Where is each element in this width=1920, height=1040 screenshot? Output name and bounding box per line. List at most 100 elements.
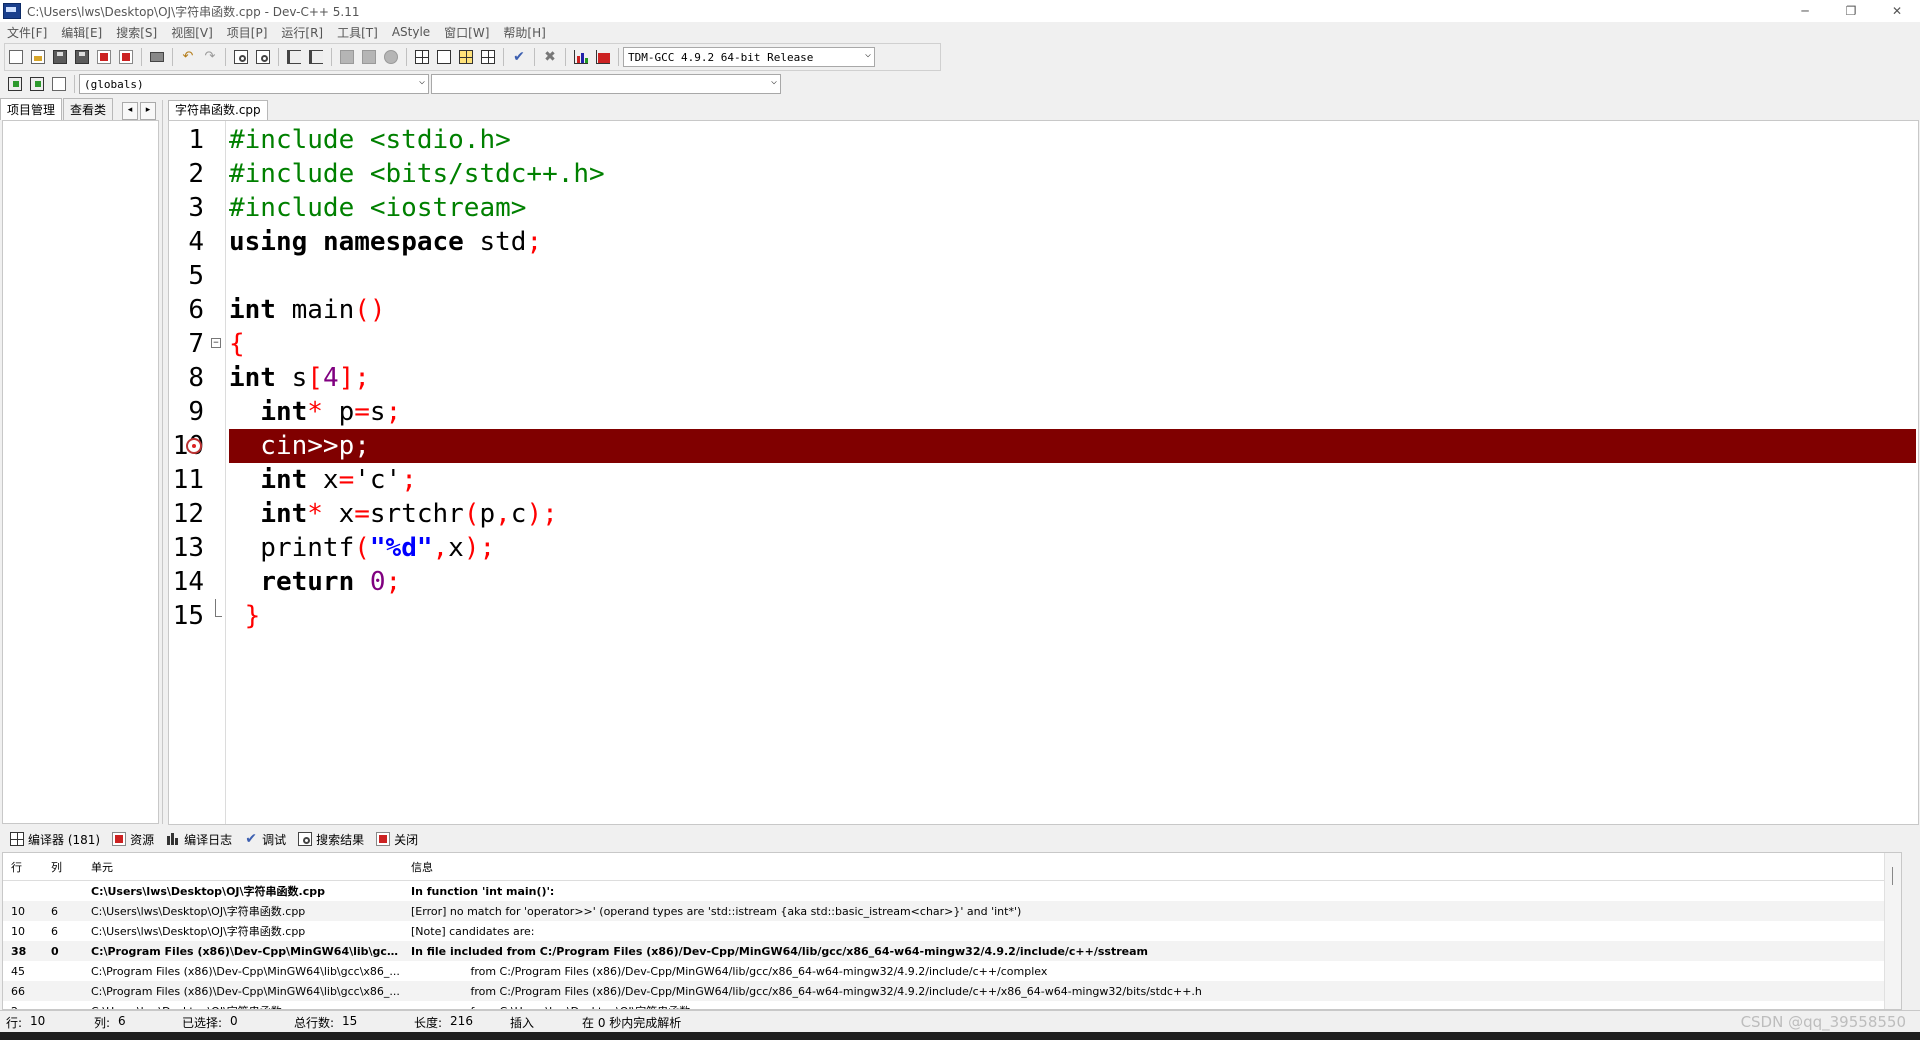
replace-button[interactable] bbox=[253, 47, 273, 67]
tab-scroll-left-button[interactable]: ◂ bbox=[122, 102, 139, 120]
maximize-button[interactable]: ❐ bbox=[1828, 0, 1874, 22]
message-cell-unit: C:\Users\lws\Desktop\OJ\字符串函数.cpp bbox=[83, 901, 403, 921]
compile-run-icon bbox=[459, 50, 473, 64]
stop-button[interactable]: ✖ bbox=[540, 47, 560, 67]
close-panel-icon bbox=[376, 832, 391, 846]
message-cell-unit: C:\Users\lws\Desktop\OJ\字符串函数.cpp bbox=[91, 885, 325, 898]
message-row[interactable]: 10 6 C:\Users\lws\Desktop\OJ\字符串函数.cpp [Err… bbox=[3, 901, 1901, 921]
profile-button[interactable] bbox=[571, 47, 591, 67]
tab-compiler[interactable]: 编译器 (181) bbox=[4, 831, 106, 848]
message-row[interactable]: 66 C:\Program Files (x86)\Dev-Cpp\MinGW64… bbox=[3, 981, 1901, 1001]
toolbar-separator bbox=[225, 48, 226, 66]
function-select[interactable]: ⌵ bbox=[431, 74, 781, 94]
menu-file[interactable]: 文件[F] bbox=[0, 24, 54, 41]
code-line: 15 } bbox=[172, 599, 261, 631]
menu-help[interactable]: 帮助[H] bbox=[496, 24, 552, 41]
project-tree[interactable] bbox=[2, 120, 159, 824]
compiler-select[interactable]: TDM-GCC 4.9.2 64-bit Release ⌵ bbox=[623, 47, 875, 67]
unindent-button[interactable] bbox=[306, 47, 326, 67]
scope-select[interactable]: (globals) ⌵ bbox=[79, 74, 429, 94]
menu-window[interactable]: 窗口[W] bbox=[437, 24, 496, 41]
col-header-info[interactable]: 信息 bbox=[403, 853, 1901, 881]
compiler-messages[interactable]: 行 列 单元 信息 C:\Users\lws\Desktop\OJ\字符串函数.… bbox=[2, 852, 1902, 1010]
message-row[interactable]: 2 C:\Users\lws\Desktop\OJ\字符串函数.cpp from … bbox=[3, 1001, 1901, 1010]
redo-button[interactable]: ↷ bbox=[200, 47, 220, 67]
back-button[interactable] bbox=[337, 47, 357, 67]
message-row[interactable]: 45 C:\Program Files (x86)\Dev-Cpp\MinGW64… bbox=[3, 961, 1901, 981]
message-row[interactable]: 38 0 C:\Program Files (x86)\Dev-Cpp\MinGW6… bbox=[3, 941, 1901, 961]
menu-run[interactable]: 运行[R] bbox=[274, 24, 330, 41]
insert-button[interactable] bbox=[5, 74, 25, 94]
col-header-unit[interactable]: 单元 bbox=[83, 853, 403, 881]
status-length: 长度: 216 bbox=[414, 1013, 473, 1030]
tab-scroll-right-button[interactable]: ▸ bbox=[140, 102, 157, 120]
profile-delete-button[interactable] bbox=[593, 47, 613, 67]
syntax-check-button[interactable]: ✔ bbox=[509, 47, 529, 67]
compile-button[interactable] bbox=[412, 47, 432, 67]
goto-button[interactable] bbox=[27, 74, 47, 94]
chart-icon bbox=[574, 50, 588, 64]
close-all-icon bbox=[119, 50, 133, 64]
save-button[interactable] bbox=[50, 47, 70, 67]
compile-run-button[interactable] bbox=[456, 47, 476, 67]
scrollbar-thumb[interactable] bbox=[1892, 867, 1893, 885]
new-file-icon bbox=[9, 50, 23, 64]
file-tab[interactable]: 字符串函数.cpp bbox=[168, 100, 268, 120]
status-selected: 已选择: 0 bbox=[182, 1013, 238, 1030]
find-button[interactable] bbox=[231, 47, 251, 67]
debug-icon: ✔ bbox=[245, 831, 257, 847]
close-all-button[interactable] bbox=[116, 47, 136, 67]
message-cell-col: 0 bbox=[43, 941, 83, 961]
menu-astyle[interactable]: AStyle bbox=[385, 25, 437, 39]
open-file-button[interactable] bbox=[28, 47, 48, 67]
new-file-button[interactable] bbox=[6, 47, 26, 67]
forward-button[interactable] bbox=[359, 47, 379, 67]
undo-icon: ↶ bbox=[182, 49, 194, 64]
tab-resources[interactable]: 资源 bbox=[106, 831, 160, 848]
menu-project[interactable]: 项目[P] bbox=[220, 24, 275, 41]
devcpp-app-icon bbox=[3, 3, 21, 19]
menu-search[interactable]: 搜索[S] bbox=[109, 24, 164, 41]
toggle-button[interactable] bbox=[49, 74, 69, 94]
close-window-button[interactable]: ✕ bbox=[1874, 0, 1920, 22]
compile-log-icon bbox=[166, 832, 181, 846]
tab-class-browser[interactable]: 查看类 bbox=[63, 98, 114, 120]
rebuild-button[interactable] bbox=[478, 47, 498, 67]
minimize-button[interactable]: ─ bbox=[1782, 0, 1828, 22]
menu-tools[interactable]: 工具[T] bbox=[330, 24, 385, 41]
print-button[interactable] bbox=[147, 47, 167, 67]
message-row[interactable]: C:\Users\lws\Desktop\OJ\字符串函数.cpp In func… bbox=[3, 881, 1901, 902]
save-icon bbox=[53, 50, 67, 64]
fold-toggle-button[interactable]: − bbox=[211, 338, 221, 348]
undo-button[interactable]: ↶ bbox=[178, 47, 198, 67]
bookmark-button[interactable] bbox=[381, 47, 401, 67]
secondary-toolbar: (globals) ⌵ ⌵ bbox=[4, 71, 781, 97]
goto-icon bbox=[30, 77, 44, 91]
code-area[interactable]: 1 #include <stdio.h> 2 #include <bits/stdc… bbox=[169, 123, 1918, 633]
tab-search-results[interactable]: 搜索结果 bbox=[292, 831, 370, 848]
main-toolbar: ↶ ↷ ✔ ✖ TDM-GCC 4.9.2 64-bit Release ⌵ bbox=[4, 43, 941, 71]
code-editor[interactable]: 1 #include <stdio.h> 2 #include <bits/stdc… bbox=[168, 120, 1919, 825]
toggle-icon bbox=[52, 77, 66, 91]
code-line: 9 int* p=s; bbox=[188, 397, 402, 427]
tab-project-manager[interactable]: 项目管理 bbox=[0, 98, 63, 120]
menu-edit[interactable]: 编辑[E] bbox=[54, 24, 109, 41]
menu-view[interactable]: 视图[V] bbox=[164, 24, 220, 41]
save-all-button[interactable] bbox=[72, 47, 92, 67]
code-line: 11 int x='c'; bbox=[172, 465, 417, 495]
run-button[interactable] bbox=[434, 47, 454, 67]
col-header-col[interactable]: 列 bbox=[43, 853, 83, 881]
tab-compile-log[interactable]: 编译日志 bbox=[160, 831, 238, 848]
message-row[interactable]: 10 6 C:\Users\lws\Desktop\OJ\字符串函数.cpp [Not… bbox=[3, 921, 1901, 941]
toolbar-separator bbox=[618, 48, 619, 66]
code-line: 3 #include <iostream> bbox=[188, 193, 527, 223]
message-cell-unit: C:\Program Files (x86)\Dev-Cpp\MinGW64\l… bbox=[91, 964, 400, 978]
indent-button[interactable] bbox=[284, 47, 304, 67]
tab-debug[interactable]: ✔ 调试 bbox=[238, 831, 292, 848]
message-cell-unit: C:\Users\lws\Desktop\OJ\字符串函数.cpp bbox=[83, 1001, 403, 1009]
col-header-line[interactable]: 行 bbox=[3, 853, 43, 881]
tab-close[interactable]: 关闭 bbox=[370, 831, 424, 848]
message-cell-col: 6 bbox=[43, 901, 83, 921]
close-file-button[interactable] bbox=[94, 47, 114, 67]
messages-scrollbar[interactable] bbox=[1884, 853, 1901, 1009]
